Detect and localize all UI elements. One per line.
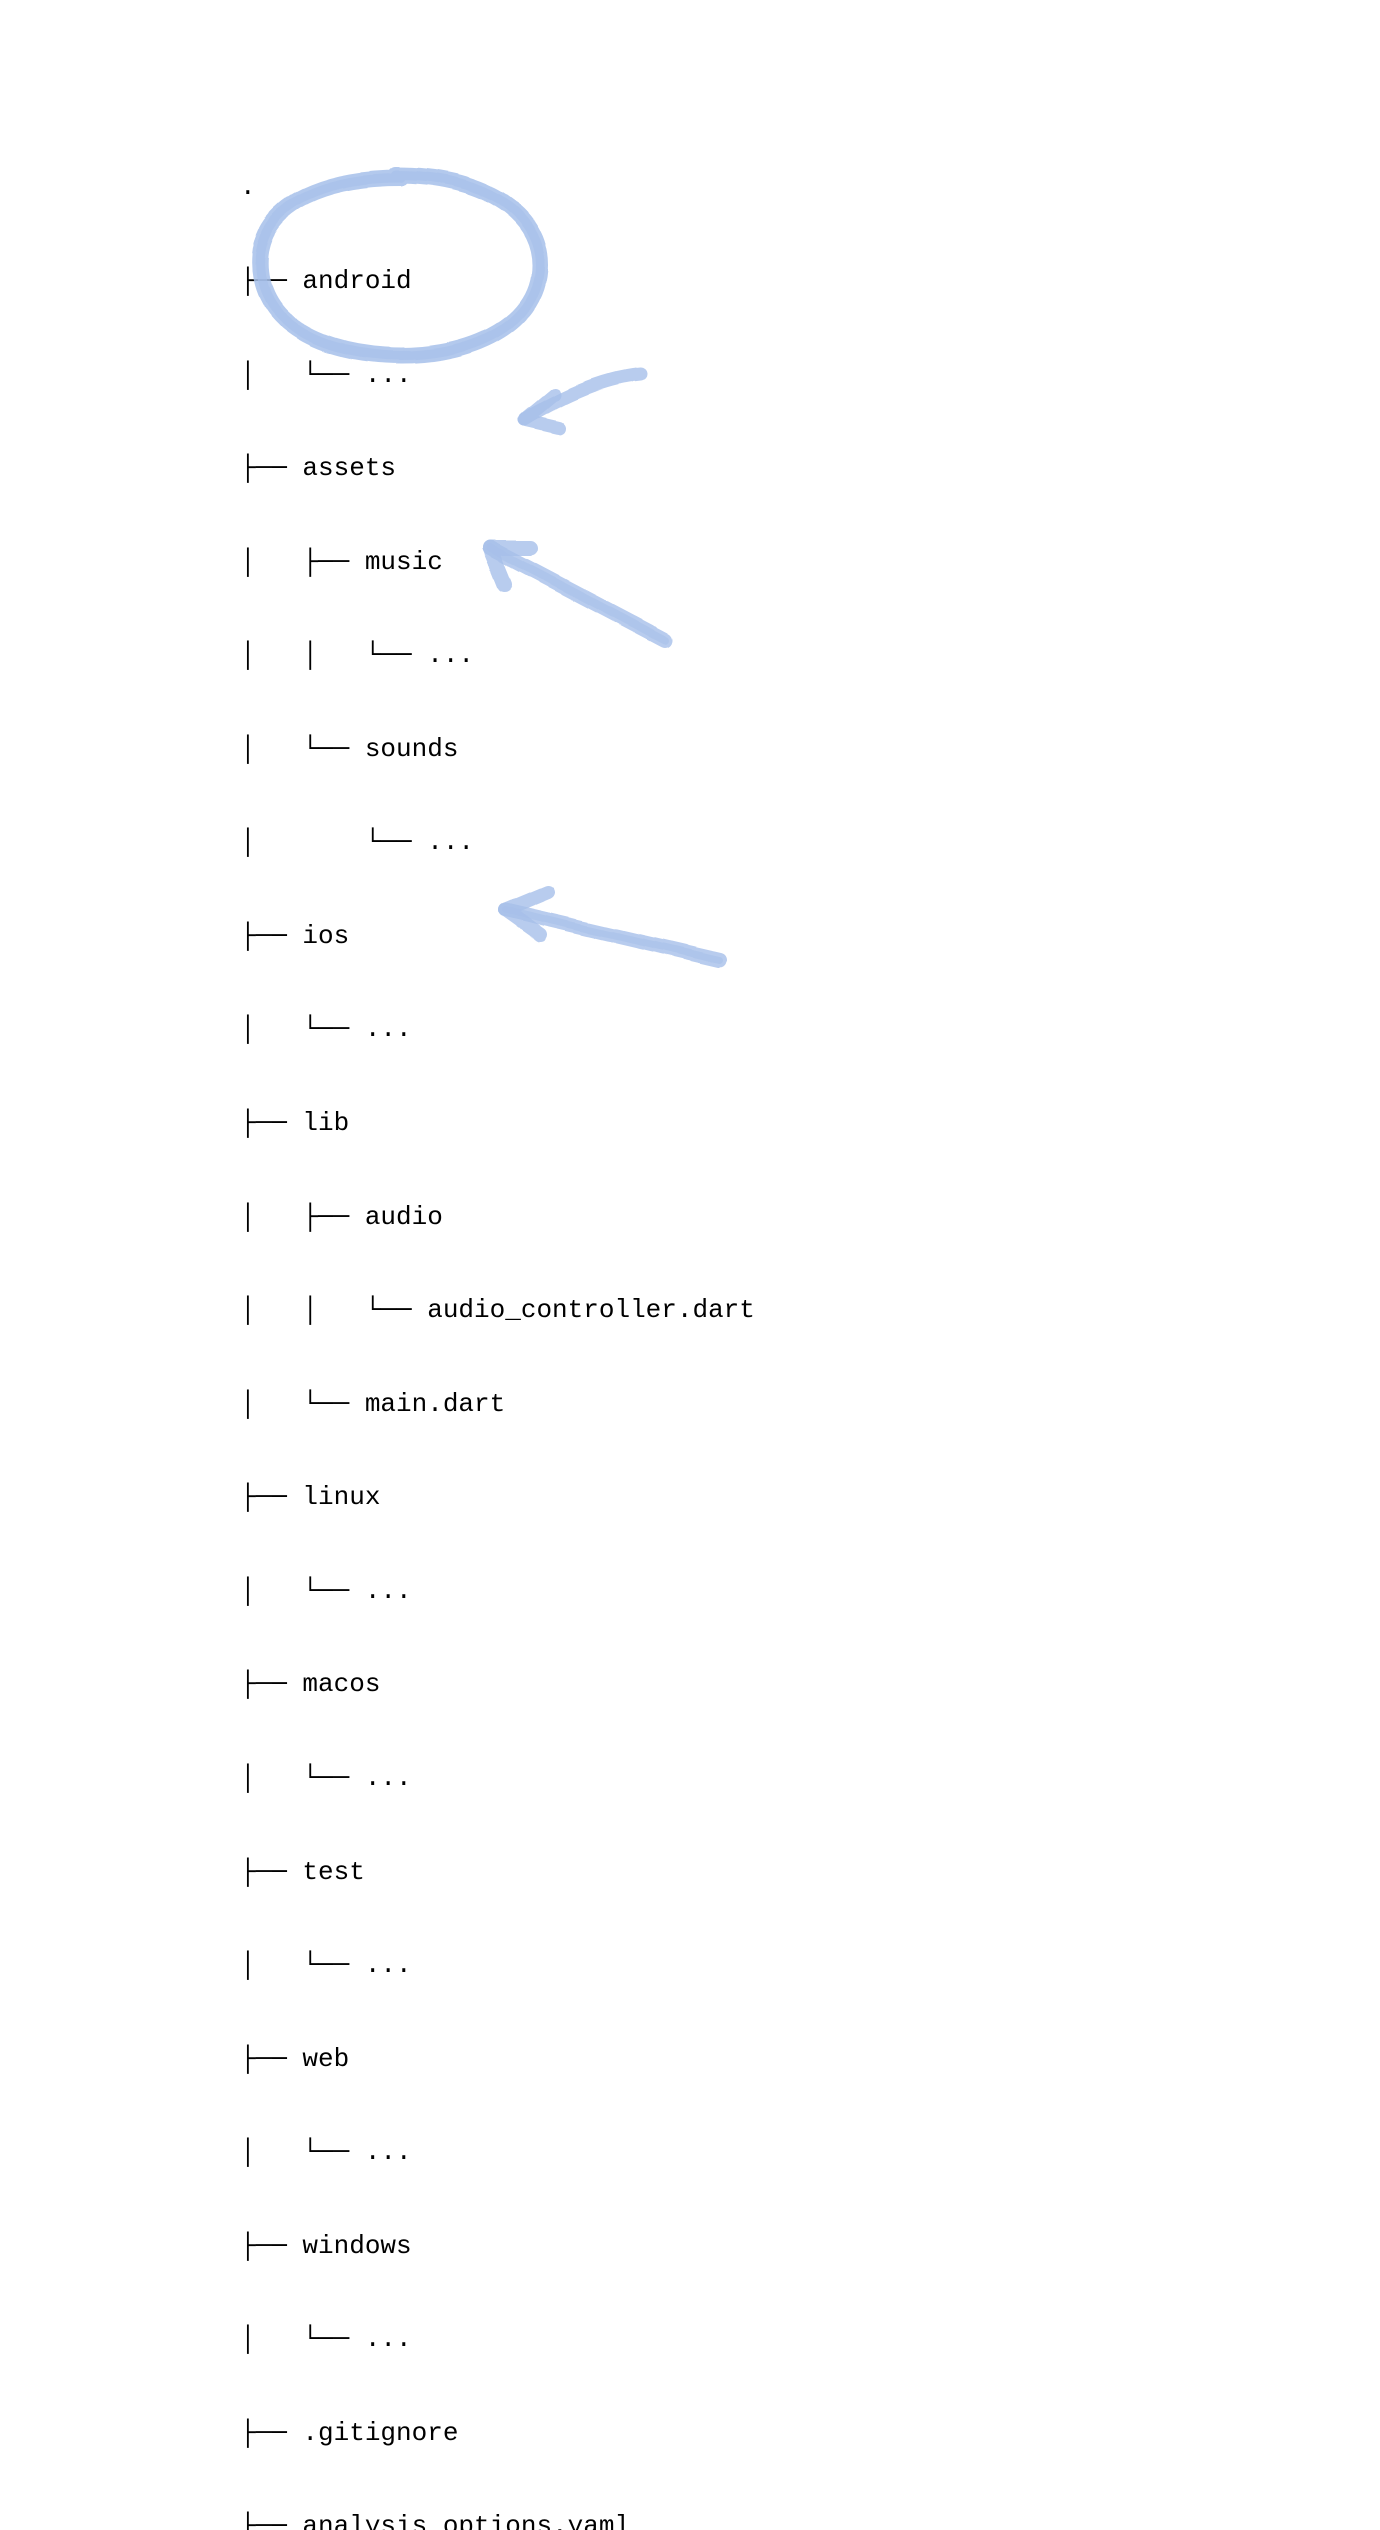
tree-line: │ └── ... [240, 360, 755, 391]
directory-tree: . ├── android │ └── ... ├── assets │ ├──… [240, 110, 755, 2530]
tree-line: ├── .gitignore [240, 2418, 755, 2449]
tree-line: │ └── ... [240, 1576, 755, 1607]
tree-line: │ └── ... [240, 1014, 755, 1045]
tree-line: ├── test [240, 1857, 755, 1888]
tree-line: │ └── ... [240, 2324, 755, 2355]
tree-line: ├── android [240, 266, 755, 297]
tree-line: . [240, 172, 755, 203]
tree-line: ├── lib [240, 1108, 755, 1139]
tree-line: ├── macos [240, 1669, 755, 1700]
tree-line: ├── analysis_options.yaml [240, 2511, 755, 2530]
tree-line: │ ├── music [240, 547, 755, 578]
tree-line: │ └── ... [240, 827, 755, 858]
tree-line: │ └── ... [240, 1950, 755, 1981]
tree-line: ├── web [240, 2044, 755, 2075]
tree-line: │ └── ... [240, 2137, 755, 2168]
tree-line: ├── windows [240, 2231, 755, 2262]
tree-line: │ │ └── audio_controller.dart [240, 1295, 755, 1326]
tree-line: ├── assets [240, 453, 755, 484]
tree-line: │ └── ... [240, 1763, 755, 1794]
tree-line: │ │ └── ... [240, 640, 755, 671]
tree-line: │ └── sounds [240, 734, 755, 765]
tree-line: │ ├── audio [240, 1202, 755, 1233]
tree-line: │ └── main.dart [240, 1389, 755, 1420]
tree-line: ├── ios [240, 921, 755, 952]
tree-line: ├── linux [240, 1482, 755, 1513]
